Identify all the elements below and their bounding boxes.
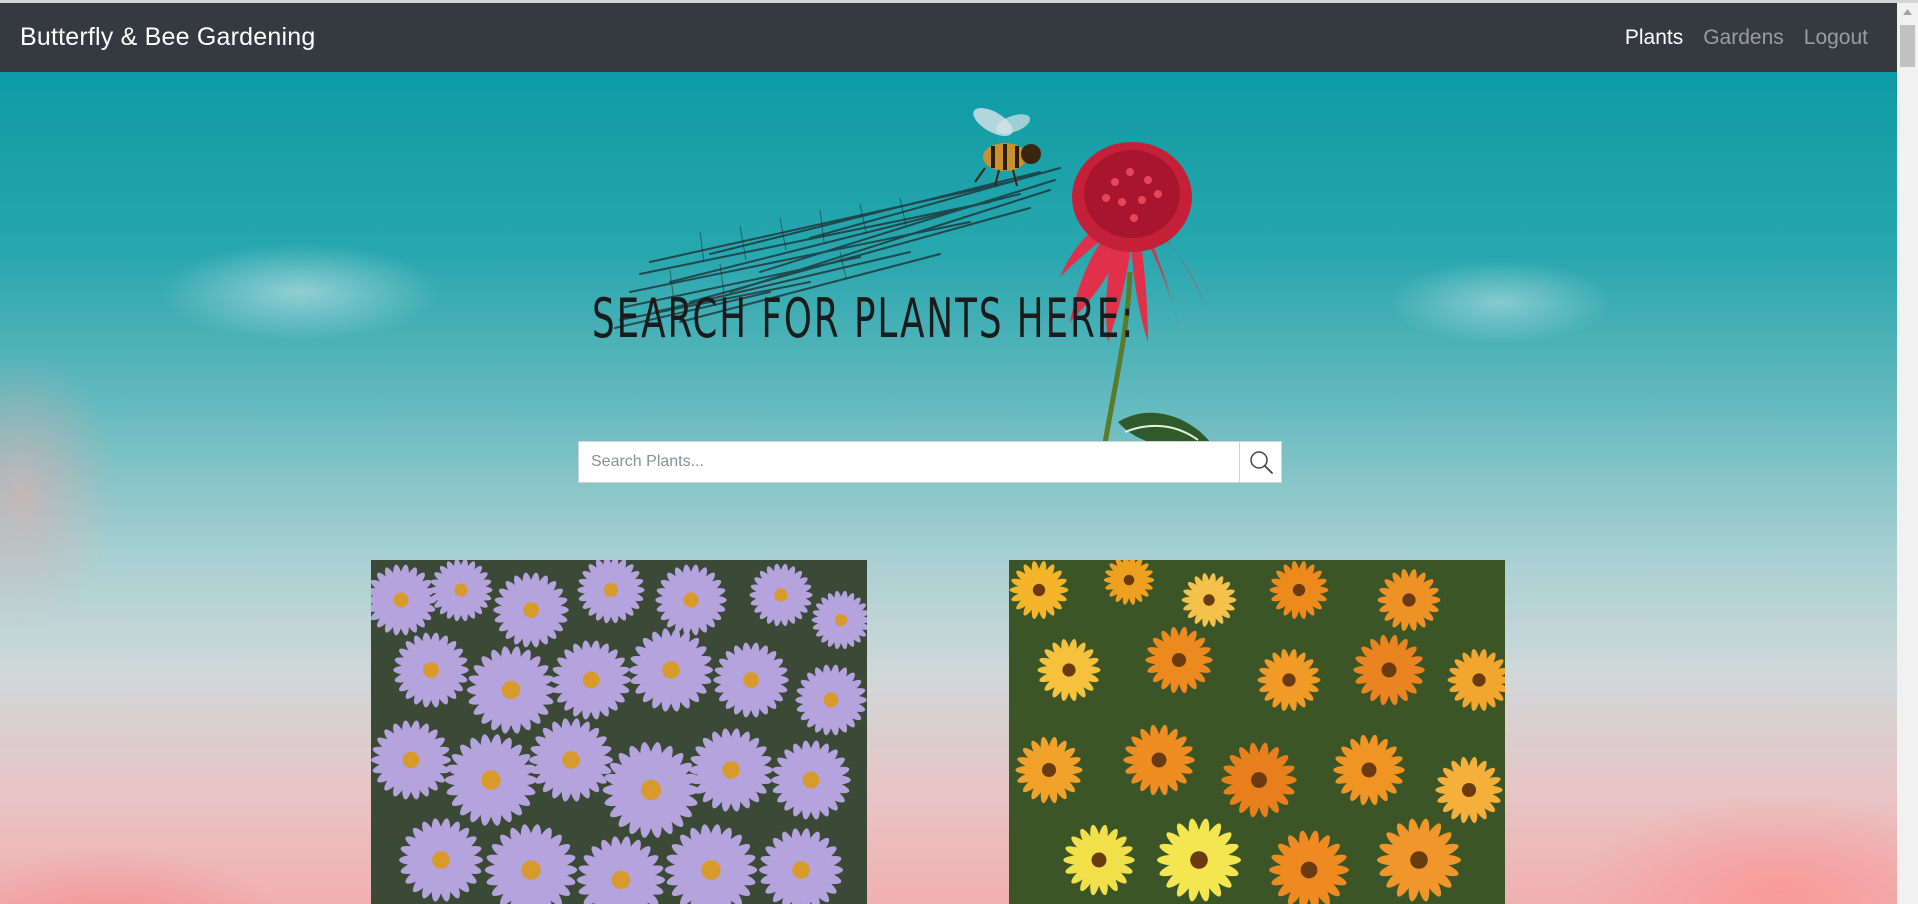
- calendula-flowers-image: [1009, 560, 1505, 904]
- aster-flowers-image: [371, 560, 867, 904]
- plant-card-aster[interactable]: [371, 560, 867, 904]
- navbar: Butterfly & Bee Gardening Plants Gardens…: [0, 3, 1897, 72]
- scroll-up-arrow-icon[interactable]: [1897, 3, 1918, 20]
- search-input[interactable]: [579, 442, 1239, 482]
- nav-links: Plants Gardens Logout: [1625, 26, 1868, 50]
- brand-link[interactable]: Butterfly & Bee Gardening: [20, 23, 315, 52]
- page-scrollbar[interactable]: [1897, 3, 1918, 904]
- bee-illustration: [973, 108, 1041, 187]
- nav-link-logout[interactable]: Logout: [1804, 26, 1868, 50]
- scroll-thumb[interactable]: [1900, 25, 1915, 67]
- nav-link-gardens[interactable]: Gardens: [1703, 26, 1784, 50]
- hero-headline: Search for plants here:: [592, 287, 1136, 350]
- hero-section: Search for plants here:: [0, 72, 1897, 904]
- search-icon: [1249, 451, 1273, 474]
- search-button[interactable]: [1239, 442, 1281, 482]
- search-form: [578, 441, 1282, 483]
- plant-card-calendula[interactable]: [1009, 560, 1505, 904]
- nav-link-plants[interactable]: Plants: [1625, 26, 1683, 50]
